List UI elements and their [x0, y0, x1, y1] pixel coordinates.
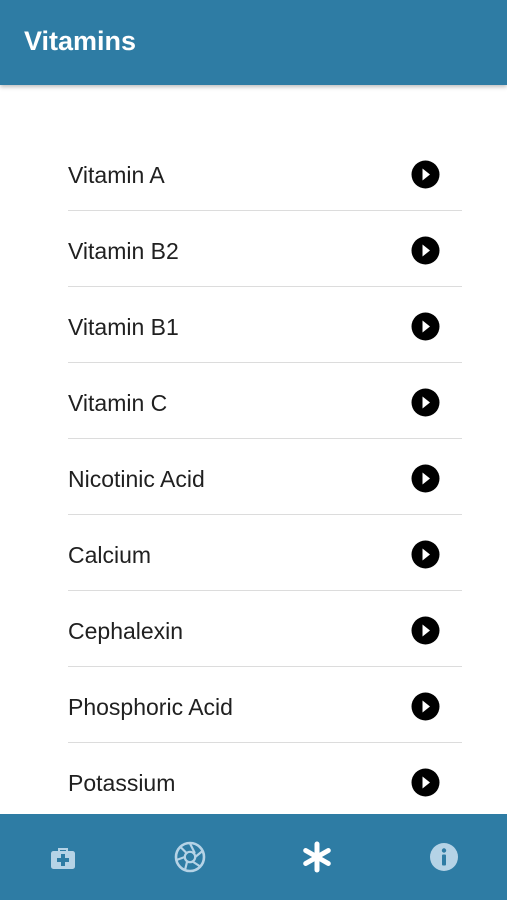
nav-aperture-button[interactable] — [160, 827, 220, 887]
chevron-circle-right-icon — [411, 312, 440, 341]
page-title: Vitamins — [24, 26, 137, 56]
list-item-label: Vitamin C — [68, 390, 168, 416]
asterisk-icon — [303, 841, 331, 873]
list-item[interactable]: Vitamin B2 — [68, 211, 462, 287]
list-item[interactable]: Vitamin A — [68, 135, 462, 211]
list-item-label: Cephalexin — [68, 618, 184, 644]
nav-first-aid-button[interactable] — [33, 827, 93, 887]
first-aid-kit-icon — [51, 848, 76, 869]
chevron-circle-right-icon — [411, 692, 440, 721]
chevron-circle-right-icon — [411, 464, 440, 493]
list-item-label: Vitamin A — [68, 162, 165, 188]
chevron-circle-right-icon — [411, 768, 440, 797]
list-item[interactable]: Nicotinic Acid — [68, 439, 462, 515]
chevron-circle-right-icon — [411, 540, 440, 569]
list-item-label: Calcium — [68, 542, 152, 568]
list-item[interactable]: Vitamin C — [68, 363, 462, 439]
app-bar: Vitamins — [0, 0, 507, 85]
list-item[interactable]: Vitamin B1 — [68, 287, 462, 363]
nav-info-button[interactable] — [414, 827, 474, 887]
list-item-label: Phosphoric Acid — [68, 694, 233, 720]
list-item-label: Vitamin B2 — [68, 238, 179, 264]
chevron-circle-right-icon — [411, 616, 440, 645]
list-item[interactable]: Potassium — [68, 743, 462, 819]
list-item[interactable]: Cephalexin — [68, 591, 462, 667]
nav-asterisk-button[interactable] — [287, 827, 347, 887]
list-item-label: Potassium — [68, 770, 176, 796]
list-item-label: Nicotinic Acid — [68, 466, 205, 492]
info-icon — [429, 843, 458, 871]
list-item[interactable]: Phosphoric Acid — [68, 667, 462, 743]
chevron-circle-right-icon — [411, 388, 440, 417]
chevron-circle-right-icon — [411, 236, 440, 265]
vitamin-list: Vitamin A Vitamin B2 Vitamin B1 Vitamin … — [68, 135, 462, 819]
list-item-label: Vitamin B1 — [68, 314, 179, 340]
bottom-navigation — [0, 814, 507, 900]
aperture-icon — [174, 841, 206, 873]
chevron-circle-right-icon — [411, 160, 440, 189]
list-item[interactable]: Calcium — [68, 515, 462, 591]
